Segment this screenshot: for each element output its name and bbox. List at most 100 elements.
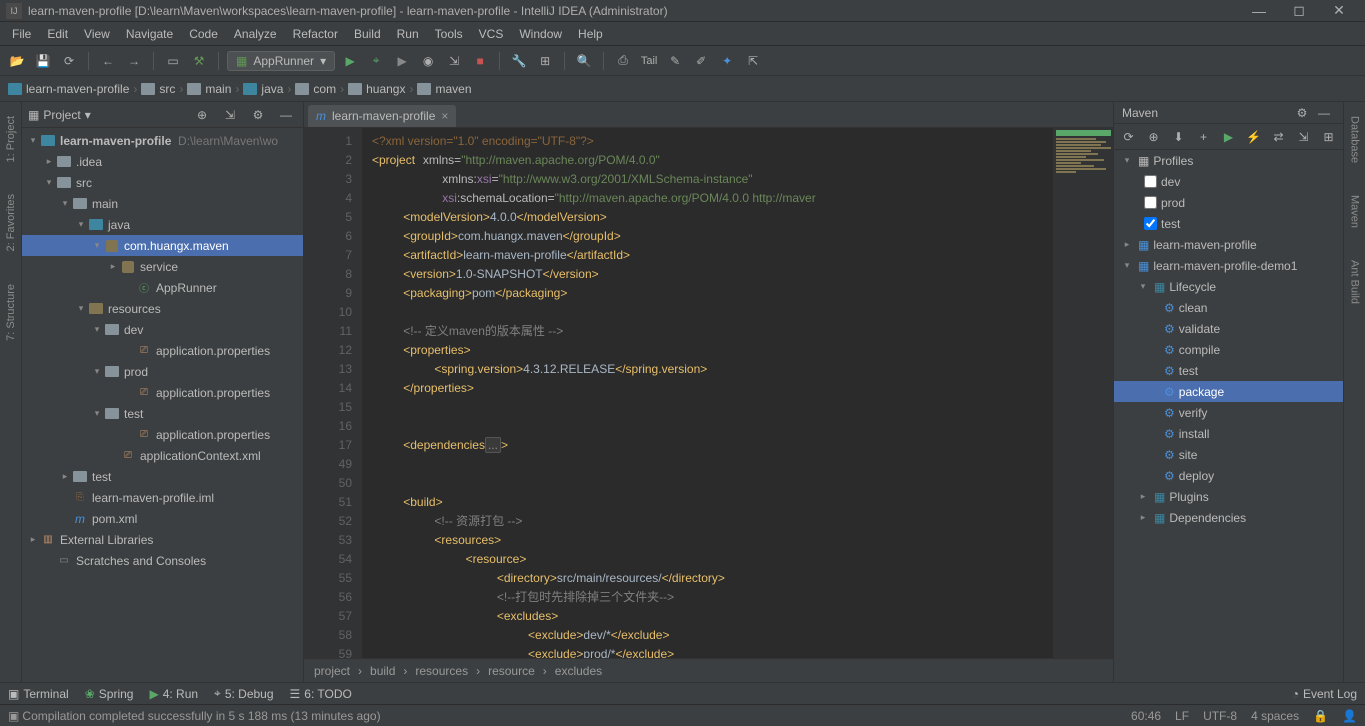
maven-tree[interactable]: ▾▦Profiles dev prod test ▸▦learn-maven-p… — [1114, 150, 1343, 682]
export-icon[interactable]: ⇱ — [742, 50, 764, 72]
chevron-down-icon[interactable]: ▾ — [85, 108, 91, 122]
mnode-plugins[interactable]: ▸▦Plugins — [1114, 486, 1343, 507]
tree-resources[interactable]: ▾resources — [22, 298, 303, 319]
close-tab-icon[interactable]: × — [441, 109, 448, 123]
menu-analyze[interactable]: Analyze — [226, 25, 285, 43]
checkbox-test[interactable] — [1144, 217, 1157, 230]
tree-idea[interactable]: ▸.idea — [22, 151, 303, 172]
coverage-icon[interactable]: ▶ — [391, 50, 413, 72]
tree-package[interactable]: ▾com.huangx.maven — [22, 235, 303, 256]
menu-tools[interactable]: Tools — [427, 25, 471, 43]
line-gutter[interactable]: 1234567891011121314151617495051525354555… — [304, 128, 362, 658]
checkbox-dev[interactable] — [1144, 175, 1157, 188]
open-icon[interactable]: 📂 — [6, 50, 28, 72]
mnode-profiles[interactable]: ▾▦Profiles — [1114, 150, 1343, 171]
stop-icon[interactable]: ■ — [469, 50, 491, 72]
back-icon[interactable]: ← — [97, 50, 119, 72]
cursor-position[interactable]: 60:46 — [1131, 709, 1161, 723]
tree-ext-libs[interactable]: ▸▥External Libraries — [22, 529, 303, 550]
debug-button[interactable]: ⌖5: Debug — [214, 686, 273, 701]
crumb-huangx[interactable]: huangx — [348, 82, 405, 96]
collapse-all-icon[interactable]: ⇲ — [1293, 126, 1314, 148]
maximize-button[interactable]: ◻ — [1279, 2, 1319, 19]
tree-root[interactable]: ▾learn-maven-profile D:\learn\Maven\wo — [22, 130, 303, 151]
download-icon[interactable]: ⬇ — [1168, 126, 1189, 148]
execute-icon[interactable]: ⚡ — [1243, 126, 1264, 148]
tree-pom[interactable]: mpom.xml — [22, 508, 303, 529]
menu-vcs[interactable]: VCS — [471, 25, 512, 43]
hide-icon[interactable]: — — [1313, 102, 1335, 124]
mnode-proj1[interactable]: ▸▦learn-maven-profile — [1114, 234, 1343, 255]
show-deps-icon[interactable]: ⊞ — [1318, 126, 1339, 148]
line-ending[interactable]: LF — [1175, 709, 1189, 723]
tree-test-props[interactable]: ⎚application.properties — [22, 424, 303, 445]
crumb-src[interactable]: src — [141, 82, 175, 96]
tree-test-folder[interactable]: ▾test — [22, 403, 303, 424]
encoding[interactable]: UTF-8 — [1203, 709, 1237, 723]
attach-icon[interactable]: ⇲ — [443, 50, 465, 72]
minimap[interactable] — [1053, 128, 1113, 658]
menu-refactor[interactable]: Refactor — [285, 25, 346, 43]
indent[interactable]: 4 spaces — [1251, 709, 1299, 723]
reimport-icon[interactable]: ⟳ — [1118, 126, 1139, 148]
search-icon[interactable]: 🔍 — [573, 50, 595, 72]
tool-structure[interactable]: 7: Structure — [5, 278, 17, 347]
run-goal-icon[interactable]: ▶ — [1218, 126, 1239, 148]
gear-icon[interactable]: ⚙ — [1291, 102, 1313, 124]
target-icon[interactable]: ⊕ — [191, 104, 213, 126]
tree-apprunner[interactable]: ⓒAppRunner — [22, 277, 303, 298]
crumb-maven[interactable]: maven — [417, 82, 471, 96]
tool-project[interactable]: 1: Project — [5, 110, 17, 168]
crumb-root[interactable]: learn-maven-profile — [8, 82, 129, 96]
tree-test[interactable]: ▸test — [22, 466, 303, 487]
lock-icon[interactable]: 🔒 — [1313, 709, 1328, 723]
tool-maven[interactable]: Maven — [1349, 189, 1361, 234]
gear-icon[interactable]: ⚙ — [247, 104, 269, 126]
sync-icon[interactable]: ⟳ — [58, 50, 80, 72]
tree-src[interactable]: ▾src — [22, 172, 303, 193]
save-icon[interactable]: 💾 — [32, 50, 54, 72]
mnode-goal-validate[interactable]: ⚙validate — [1114, 318, 1343, 339]
mnode-goal-compile[interactable]: ⚙compile — [1114, 339, 1343, 360]
eventlog-button[interactable]: ◔Event Log — [1292, 687, 1357, 701]
run-icon[interactable]: ▶ — [339, 50, 361, 72]
mnode-prod[interactable]: prod — [1114, 192, 1343, 213]
menu-window[interactable]: Window — [511, 25, 570, 43]
mnode-lifecycle[interactable]: ▾▦Lifecycle — [1114, 276, 1343, 297]
hammer-icon[interactable]: ⚒ — [188, 50, 210, 72]
code-area[interactable]: <?xml version="1.0" encoding="UTF-8"?> <… — [362, 128, 1053, 658]
hide-icon[interactable]: — — [275, 104, 297, 126]
ecrumb[interactable]: resources — [415, 664, 468, 678]
mnode-test[interactable]: test — [1114, 213, 1343, 234]
mnode-proj2[interactable]: ▾▦learn-maven-profile-demo1 — [1114, 255, 1343, 276]
print-icon[interactable]: ⎙ — [612, 50, 634, 72]
highlight-icon[interactable]: ✐ — [690, 50, 712, 72]
build-icon[interactable]: ▭ — [162, 50, 184, 72]
todo-button[interactable]: ☰6: TODO — [290, 687, 352, 701]
mnode-goal-test[interactable]: ⚙test — [1114, 360, 1343, 381]
mnode-deps[interactable]: ▸▦Dependencies — [1114, 507, 1343, 528]
checkbox-prod[interactable] — [1144, 196, 1157, 209]
tree-service[interactable]: ▸service — [22, 256, 303, 277]
menu-run[interactable]: Run — [389, 25, 427, 43]
menu-edit[interactable]: Edit — [39, 25, 76, 43]
menu-help[interactable]: Help — [570, 25, 611, 43]
tree-prod-props[interactable]: ⎚application.properties — [22, 382, 303, 403]
tree-main[interactable]: ▾main — [22, 193, 303, 214]
tree-dev[interactable]: ▾dev — [22, 319, 303, 340]
editor-tab[interactable]: m learn-maven-profile × — [308, 105, 456, 127]
mnode-goal-deploy[interactable]: ⚙deploy — [1114, 465, 1343, 486]
tail-button[interactable]: Tail — [638, 50, 660, 72]
menu-file[interactable]: File — [4, 25, 39, 43]
tree-prod[interactable]: ▾prod — [22, 361, 303, 382]
run-button[interactable]: ▶4: Run — [149, 687, 198, 701]
crumb-com[interactable]: com — [295, 82, 336, 96]
mnode-goal-package[interactable]: ⚙package — [1114, 381, 1343, 402]
profile-icon[interactable]: ◉ — [417, 50, 439, 72]
status-icon[interactable]: ▣ — [8, 709, 19, 723]
wrench-icon[interactable]: 🔧 — [508, 50, 530, 72]
mnode-goal-verify[interactable]: ⚙verify — [1114, 402, 1343, 423]
tree-java[interactable]: ▾java — [22, 214, 303, 235]
mnode-goal-clean[interactable]: ⚙clean — [1114, 297, 1343, 318]
bolt-icon[interactable]: ✦ — [716, 50, 738, 72]
